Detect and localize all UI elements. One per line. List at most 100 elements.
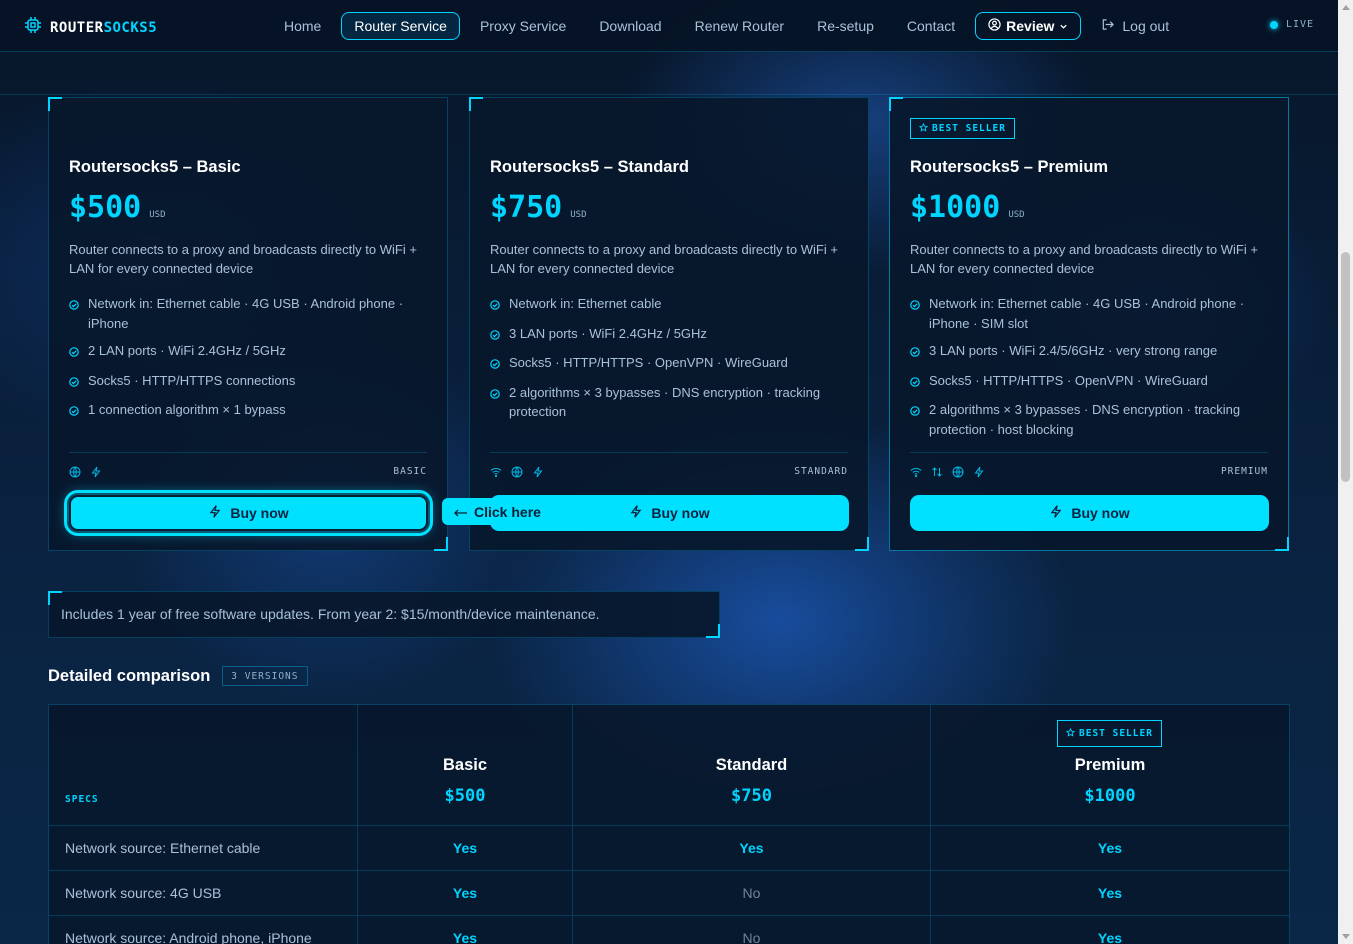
versions-chip: 3 VERSIONS	[222, 666, 308, 686]
tier-label: BASIC	[393, 466, 427, 477]
price-value: $1000	[910, 190, 1001, 225]
live-dot-icon	[1270, 20, 1278, 29]
column-price: $500	[444, 786, 486, 806]
review-label: Review	[1006, 18, 1055, 34]
feature-item: Network in: Ethernet cable	[490, 294, 852, 316]
plan-price: $500 USD	[69, 190, 166, 225]
nav-item-router-service[interactable]: Router Service	[341, 12, 460, 40]
scroll-thumb[interactable]	[1341, 252, 1350, 482]
feature-item: 2 LAN ports · WiFi 2.4GHz / 5GHz	[69, 341, 431, 363]
column-header-standard: Standard $750	[573, 705, 931, 825]
scroll-down-icon[interactable]	[1342, 934, 1350, 939]
check-circle-icon	[490, 385, 500, 422]
value-cell: Yes	[1097, 930, 1123, 944]
logout-icon	[1101, 18, 1115, 34]
check-circle-icon	[910, 296, 920, 333]
card-divider	[69, 452, 427, 453]
feature-item: Socks5 · HTTP/HTTPS · OpenVPN · WireGuar…	[910, 371, 1272, 393]
check-circle-icon	[490, 355, 500, 375]
feature-item: Network in: Ethernet cable · 4G USB · An…	[910, 294, 1272, 333]
plan-card-basic: Routersocks5 – Basic $500 USD Router con…	[48, 97, 448, 551]
comparison-title: Detailed comparison	[48, 666, 211, 685]
review-dropdown[interactable]: Review	[975, 12, 1082, 40]
buy-now-label: Buy now	[651, 505, 710, 521]
price-value: $750	[490, 190, 563, 225]
corner-accent	[48, 97, 62, 111]
table-row: Network source: Ethernet cable Yes Yes Y…	[49, 826, 1289, 871]
table-header-row: SPECS Basic $500 Standard $750 BEST SELL…	[49, 705, 1289, 826]
feature-item: 1 connection algorithm × 1 bypass	[69, 400, 431, 422]
check-circle-icon	[69, 402, 79, 422]
plan-card-standard: Routersocks5 – Standard $750 USD Router …	[469, 97, 869, 551]
plan-title: Routersocks5 – Premium	[910, 158, 1109, 176]
nav-item-download[interactable]: Download	[586, 12, 674, 40]
plan-title: Routersocks5 – Standard	[490, 158, 689, 176]
value-cell: Yes	[1097, 840, 1123, 856]
spec-cell: Network source: 4G USB	[49, 871, 358, 915]
chevron-down-icon	[1059, 18, 1068, 34]
plan-price: $750 USD	[490, 190, 587, 225]
tier-label: PREMIUM	[1220, 466, 1268, 477]
corner-accent	[889, 97, 903, 111]
page-scrollbar[interactable]	[1338, 0, 1353, 944]
feature-item: Socks5 · HTTP/HTTPS connections	[69, 371, 431, 393]
price-currency: USD	[149, 210, 166, 220]
check-circle-icon	[490, 296, 500, 316]
column-name: Premium	[1074, 756, 1146, 774]
spec-cell: Network source: Ethernet cable	[49, 826, 358, 870]
feature-item: 2 algorithms × 3 bypasses · DNS encrypti…	[490, 383, 852, 422]
value-cell: Yes	[358, 871, 573, 915]
price-currency: USD	[570, 210, 587, 220]
star-icon	[1065, 727, 1076, 740]
buy-now-button[interactable]: Buy now	[64, 490, 433, 536]
chip-icon	[24, 16, 42, 39]
bolt-icon	[532, 465, 544, 483]
nav-item-re-setup[interactable]: Re-setup	[804, 12, 887, 40]
feature-item: 3 LAN ports · WiFi 2.4GHz / 5GHz	[490, 324, 852, 346]
corner-accent	[434, 537, 448, 551]
arrow-left-icon	[454, 504, 468, 520]
section-divider	[0, 94, 1338, 95]
feature-item: 2 algorithms × 3 bypasses · DNS encrypti…	[910, 400, 1272, 439]
specs-header-cell: SPECS	[49, 705, 358, 825]
corner-accent	[1275, 537, 1289, 551]
value-cell: Yes	[358, 826, 573, 870]
brand-logo[interactable]: ROUTERSOCKS5	[24, 16, 157, 39]
card-icon-row	[69, 465, 102, 483]
best-seller-badge: BEST SELLER	[1057, 720, 1162, 747]
nav-item-proxy-service[interactable]: Proxy Service	[467, 12, 579, 40]
corner-accent	[469, 97, 483, 111]
column-name: Standard	[715, 756, 788, 774]
specs-label: SPECS	[65, 794, 99, 805]
check-circle-icon	[910, 343, 920, 363]
bolt-icon	[208, 504, 222, 522]
column-price: $1000	[1084, 786, 1136, 806]
card-divider	[490, 452, 848, 453]
column-header-premium: BEST SELLER Premium $1000	[931, 705, 1289, 825]
tier-label: STANDARD	[794, 466, 848, 477]
globe-icon	[69, 465, 81, 483]
nav-item-renew-router[interactable]: Renew Router	[682, 12, 798, 40]
bolt-icon	[90, 465, 102, 483]
globe-icon	[952, 465, 964, 483]
corner-accent	[855, 537, 869, 551]
bolt-icon	[629, 504, 643, 522]
buy-now-label: Buy now	[230, 505, 289, 521]
value-cell: No	[573, 871, 931, 915]
nav-item-home[interactable]: Home	[271, 12, 334, 40]
brand-name: ROUTERSOCKS5	[50, 19, 158, 36]
table-row: Network source: Android phone, iPhone Ye…	[49, 916, 1289, 944]
main-menu: Home Router Service Proxy Service Downlo…	[271, 12, 1189, 40]
buy-now-label: Buy now	[1071, 505, 1130, 521]
check-circle-icon	[69, 296, 79, 333]
feature-item: Socks5 · HTTP/HTTPS · OpenVPN · WireGuar…	[490, 353, 852, 375]
logout-button[interactable]: Log out	[1088, 12, 1182, 40]
feature-list: Network in: Ethernet cable · 4G USB · An…	[69, 294, 431, 430]
nav-item-contact[interactable]: Contact	[894, 12, 968, 40]
buy-now-button[interactable]: Buy now	[910, 495, 1269, 531]
corner-accent	[706, 624, 720, 638]
click-here-tooltip: Click here	[442, 498, 552, 525]
feature-list: Network in: Ethernet cable 3 LAN ports ·…	[490, 294, 852, 430]
spec-cell: Network source: Android phone, iPhone	[49, 916, 358, 944]
scroll-up-icon[interactable]	[1342, 5, 1350, 10]
